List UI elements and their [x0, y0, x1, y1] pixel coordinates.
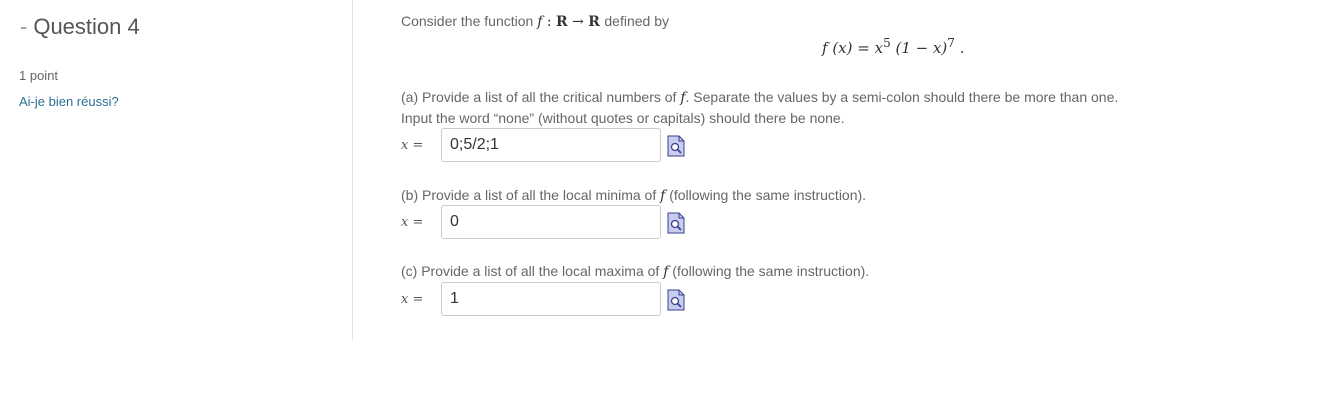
part-b-prompt: (b) Provide a list of all the local mini… [401, 187, 866, 204]
codomain-symbol: R [588, 14, 600, 30]
function-formula: f (x) = x5 (1 − x)7 . [822, 36, 964, 57]
question-content: Consider the function f : R → R defined … [401, 0, 1301, 340]
colon: : [546, 14, 552, 30]
part-a-label: x = [401, 138, 424, 153]
part-a-text-after: . Separate the values by a semi-colon sh… [685, 89, 1119, 105]
part-b-answer-input[interactable] [441, 205, 661, 239]
preview-document-icon [667, 135, 685, 157]
part-c-answer-input[interactable] [441, 282, 661, 316]
formula-exp1: 5 [883, 36, 891, 50]
part-c-text-after: (following the same instruction). [672, 263, 870, 279]
preview-document-icon [667, 289, 685, 311]
part-b-label: x = [401, 215, 424, 230]
intro-after-text: defined by [604, 13, 669, 29]
part-a-instruction: Input the word “none” (without quotes or… [401, 110, 845, 126]
function-signature: f : R → R [537, 14, 604, 30]
preview-document-icon [667, 212, 685, 234]
formula-exp2: 7 [947, 36, 955, 50]
part-b-text: (b) Provide a list of all the local mini… [401, 187, 657, 203]
check-answer-link[interactable]: Ai-je bien réussi? [19, 94, 119, 109]
formula-mid: (1 − x) [890, 39, 948, 57]
part-b-text-after: (following the same instruction). [669, 187, 867, 203]
intro-before-text: Consider the function [401, 13, 534, 29]
formula-end: . [954, 39, 965, 57]
question-points: 1 point [19, 68, 59, 83]
collapse-dash[interactable]: - [20, 14, 27, 39]
question-heading[interactable]: - Question 4 [20, 14, 140, 40]
part-b-preview-button[interactable] [667, 212, 685, 234]
arrow-symbol: → [572, 14, 584, 30]
part-b-fn: f [660, 188, 666, 204]
domain-symbol: R [556, 14, 568, 30]
part-a-answer-input[interactable] [441, 128, 661, 162]
part-a-prompt: (a) Provide a list of all the critical n… [401, 89, 1118, 106]
part-a-text: (a) Provide a list of all the critical n… [401, 89, 677, 105]
part-c-fn: f [663, 264, 669, 280]
question-sidebar: - Question 4 1 point Ai-je bien réussi? [0, 0, 353, 340]
problem-intro: Consider the function f : R → R defined … [401, 13, 669, 30]
part-c-preview-button[interactable] [667, 289, 685, 311]
part-c-prompt: (c) Provide a list of all the local maxi… [401, 263, 869, 280]
question-title: Question 4 [33, 14, 140, 39]
part-c-label: x = [401, 292, 424, 307]
part-a-preview-button[interactable] [667, 135, 685, 157]
formula-lhs: f (x) = x [822, 39, 884, 57]
function-name: f [537, 14, 543, 30]
part-c-text: (c) Provide a list of all the local maxi… [401, 263, 660, 279]
